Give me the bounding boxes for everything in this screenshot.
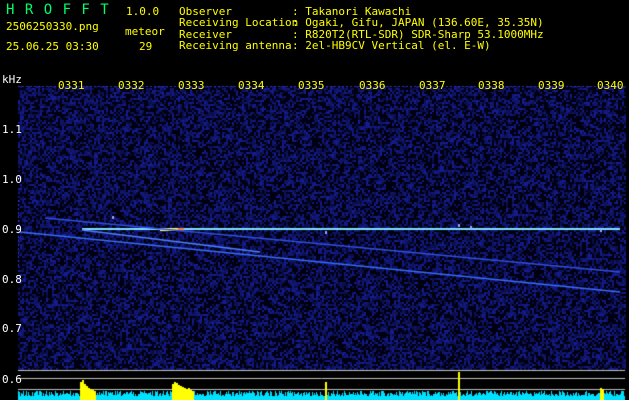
time-tick-label: 0336	[359, 79, 386, 92]
app-version: 1.0.0	[126, 5, 160, 18]
file-name: 2506250330.png	[6, 20, 99, 33]
time-tick-label: 0337	[419, 79, 446, 92]
freq-tick-label: 1.0	[2, 173, 22, 186]
freq-tick-label: 0.6	[2, 373, 22, 386]
freq-tick-label: 0.7	[2, 322, 22, 335]
app-title: H R O F F T	[6, 2, 110, 18]
time-tick-label: 0332	[118, 79, 145, 92]
time-tick-label: 0338	[478, 79, 505, 92]
time-tick-label: 0334	[238, 79, 265, 92]
meteor-label: meteor	[125, 25, 165, 38]
freq-tick-label: 0.8	[2, 273, 22, 286]
time-tick-label: 0335	[298, 79, 325, 92]
info-value-antenna: : 2el-HB9CV Vertical (el. E-W)	[292, 39, 491, 52]
frequency-unit-label: kHz	[2, 73, 22, 86]
time-tick-label: 0333	[178, 79, 205, 92]
meteor-count: 29	[139, 40, 153, 53]
freq-tick-label: 0.9	[2, 223, 22, 236]
freq-tick-label: 1.1	[2, 123, 22, 136]
time-tick-label: 0340	[597, 79, 624, 92]
info-label-antenna: Receiving antenna	[179, 39, 292, 52]
date-time: 25.06.25 03:30	[6, 40, 99, 53]
time-tick-label: 0339	[538, 79, 565, 92]
waterfall-spectrogram	[0, 0, 629, 400]
time-tick-label: 0331	[58, 79, 85, 92]
